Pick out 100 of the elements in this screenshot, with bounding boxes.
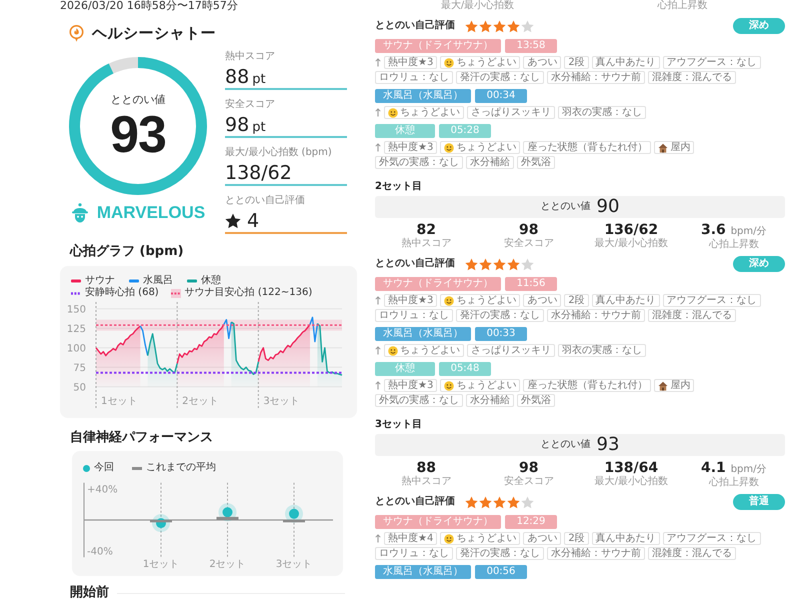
duration-tag: 00:56	[475, 565, 527, 579]
section-title: 心拍グラフ (bpm)	[70, 244, 184, 260]
legend-dot-icon	[83, 464, 90, 472]
condition-tag: あつい	[523, 56, 562, 69]
star-icon	[225, 213, 241, 229]
legend-label: これまでの平均	[146, 462, 216, 474]
up-arrow-icon	[375, 108, 381, 117]
axis-tick-label: 1セット	[101, 396, 138, 407]
condition-tag: 羽衣の実感：なし	[558, 106, 646, 119]
average-bar	[216, 516, 238, 520]
condition-tag: アウフグース：なし	[662, 56, 761, 69]
condition-tag: 水分補給：サウナ前	[547, 71, 645, 84]
smiley-icon	[444, 58, 454, 68]
star-icon	[493, 20, 506, 32]
score-label: ととのい値	[540, 439, 591, 451]
rating-value: 4	[247, 211, 260, 231]
stat-label: 熱中スコア	[401, 476, 452, 488]
legend-band-icon	[170, 288, 181, 298]
average-bar	[283, 520, 305, 522]
condition-tag: ロウリュ：なし	[375, 547, 453, 560]
axis-tick-label: 2セット	[182, 396, 219, 407]
score-value: 93	[596, 435, 620, 455]
condition-tag: 混雑度：混んでる	[648, 71, 736, 84]
condition-tag: 発汗の実感：なし	[456, 71, 544, 84]
tag-text: ちょうどよい	[456, 142, 516, 153]
condition-tag: 混雑度：混んでる	[648, 547, 736, 560]
star-icon	[465, 20, 478, 32]
condition-tag: 外気の実感：なし	[375, 156, 463, 169]
facility-name: ヘルシーシャトー	[92, 24, 216, 42]
session-datetime: 2026/03/20 16時58分〜17時57分	[60, 0, 238, 12]
stat-label: 心拍上昇数	[708, 239, 759, 251]
stat-value: 98 pt	[225, 115, 266, 135]
up-arrow-icon	[375, 143, 381, 152]
step-name-tag: 水風呂（水風呂）	[375, 565, 471, 579]
rating-label: ととのい自己評価	[375, 20, 455, 32]
stat-label: 安全スコア	[225, 99, 276, 111]
axis-tick-label: 100	[66, 343, 86, 354]
star-icon	[479, 258, 492, 270]
condition-tag: 座った状態（背もたれ付）	[523, 141, 652, 154]
star-icon	[521, 258, 534, 270]
condition-tag: 熱中度★3	[384, 141, 438, 154]
stat-value: 4.1 bpm/分	[701, 461, 766, 476]
axis-tick-label: +40%	[87, 484, 118, 496]
stat-value: 82	[416, 223, 436, 238]
rating-badge: 普通	[733, 494, 785, 510]
tag-text: ちょうどよい	[456, 533, 516, 544]
condition-tag: 水分補給：サウナ前	[547, 309, 645, 322]
stat-label: 安全スコア	[504, 238, 554, 250]
legend-dotted-line-icon	[71, 292, 81, 294]
star-icon	[465, 258, 478, 270]
step-name-tag: サウナ（ドライサウナ）	[375, 39, 501, 53]
condition-tag: 水分補給：サウナ前	[547, 547, 645, 560]
flame-pin-icon	[69, 24, 84, 42]
axis-tick-label: 2セット	[209, 559, 246, 570]
tag-text: ちょうどよい	[456, 57, 516, 68]
tag-text: ちょうどよい	[400, 345, 460, 356]
condition-tag: 外気浴	[517, 394, 555, 407]
rating-badge: 深め	[733, 18, 785, 34]
score-value: 90	[596, 197, 620, 217]
score-label: ととのい値	[540, 201, 591, 213]
house-icon	[658, 142, 668, 152]
condition-tag: 水分補給	[466, 156, 514, 169]
mascot-icon	[70, 203, 89, 223]
duration-tag: 11:56	[505, 277, 557, 291]
condition-tag: ロウリュ：なし	[375, 309, 453, 322]
stat-label: 熱中スコア	[401, 238, 452, 250]
duration-tag: 13:58	[505, 39, 557, 53]
star-icon	[479, 20, 492, 32]
star-icon	[479, 496, 492, 508]
duration-tag: 00:34	[475, 89, 527, 103]
section-title: 自律神経パフォーマンス	[70, 430, 213, 446]
stat-value: 136/62	[604, 223, 658, 238]
smiley-icon	[444, 380, 454, 390]
condition-tag: 座った状態（背もたれ付）	[523, 379, 652, 392]
legend-label: 安静時心拍 (68)	[85, 287, 159, 299]
condition-tag: 熱中度★4	[384, 532, 438, 545]
star-icon	[507, 20, 520, 32]
condition-tag: アウフグース：なし	[662, 294, 761, 307]
stat-value: 3.6 bpm/分	[701, 223, 766, 238]
stat-label: 最大/最小心拍数 (bpm)	[225, 147, 333, 159]
condition-tag: 発汗の実感：なし	[456, 547, 544, 560]
axis-tick-label: 3セット	[276, 559, 312, 570]
condition-tag: あつい	[523, 294, 562, 307]
star-icon	[521, 20, 534, 32]
duration-tag: 05:48	[439, 362, 491, 376]
smiley-icon	[388, 108, 398, 118]
up-arrow-icon	[375, 58, 381, 67]
star-icon	[493, 258, 506, 270]
axis-tick-label: 1セット	[142, 559, 180, 570]
star-icon	[465, 496, 478, 508]
condition-tag: 水分補給	[466, 394, 514, 407]
axis-tick-label: 150	[66, 304, 86, 316]
condition-tag: 2段	[564, 532, 589, 545]
smiley-icon	[444, 142, 454, 152]
stat-label: 安全スコア	[504, 476, 554, 488]
condition-tag: 混雑度：混んでる	[648, 309, 736, 322]
tag-text: 屋内	[670, 380, 690, 391]
tag-text: ちょうどよい	[456, 380, 516, 391]
rank-label: MARVELOUS	[96, 202, 206, 224]
step-name-tag: サウナ（ドライサウナ）	[375, 277, 501, 291]
